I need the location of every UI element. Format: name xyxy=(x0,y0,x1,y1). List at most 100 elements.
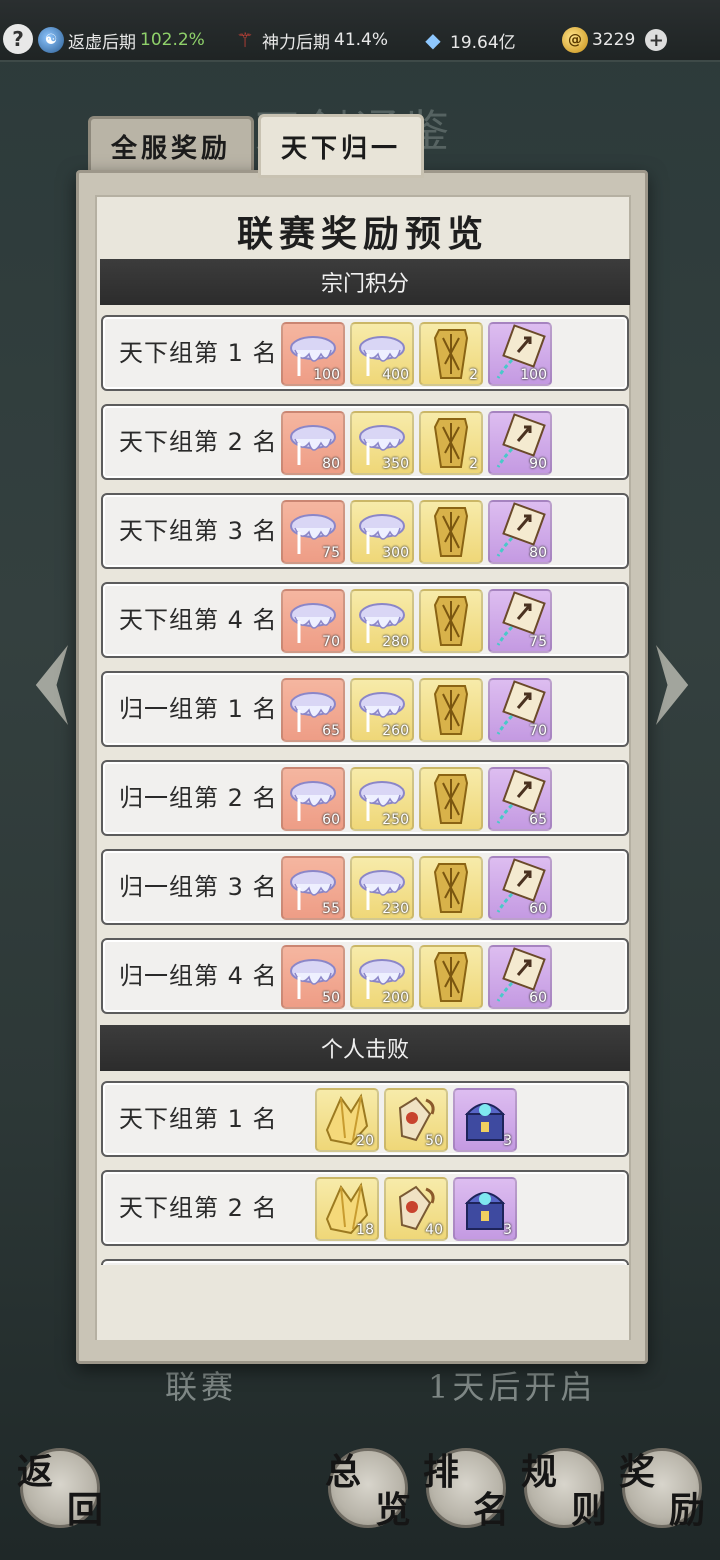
rewards-button-char-1: 奖 xyxy=(619,1451,656,1493)
list-footer xyxy=(97,1265,629,1340)
reward-item[interactable]: 60 xyxy=(488,945,552,1009)
item-count: 100 xyxy=(520,367,547,383)
rules-button-char-2: 则 xyxy=(570,1489,607,1531)
item-count: 50 xyxy=(322,990,340,1006)
next-arrow-icon[interactable] xyxy=(656,645,689,725)
reward-row: 天下组第 3 名 75 300 80 xyxy=(101,493,629,569)
back-button-char-2: 回 xyxy=(66,1489,103,1531)
reward-item[interactable]: 65 xyxy=(488,767,552,831)
crystal-icon: ◆ xyxy=(425,28,441,52)
rank-label: 天下组第 2 名 xyxy=(119,428,278,456)
item-count: 65 xyxy=(322,723,340,739)
reward-item[interactable] xyxy=(419,589,483,653)
reward-item[interactable]: 350 xyxy=(350,411,414,475)
reward-item[interactable]: 70 xyxy=(281,589,345,653)
item-count: 65 xyxy=(529,812,547,828)
rank-label: 归一组第 2 名 xyxy=(119,784,278,812)
divine-power-icon: ⚚ xyxy=(236,28,254,52)
reward-item[interactable]: 400 xyxy=(350,322,414,386)
reward-item[interactable] xyxy=(419,500,483,564)
reward-item[interactable] xyxy=(419,678,483,742)
reward-item[interactable]: 250 xyxy=(350,767,414,831)
item-count: 40 xyxy=(425,1222,443,1238)
item-count: 2 xyxy=(469,456,478,472)
rules-button[interactable]: 规 则 xyxy=(521,1448,607,1531)
previous-arrow-icon[interactable] xyxy=(35,645,68,725)
reward-item[interactable]: 55 xyxy=(281,856,345,920)
item-count: 70 xyxy=(322,634,340,650)
back-button[interactable]: 返 回 xyxy=(17,1448,103,1531)
reward-items: 18 40 3 xyxy=(315,1177,517,1241)
reward-item[interactable]: 200 xyxy=(350,945,414,1009)
reward-item[interactable]: 230 xyxy=(350,856,414,920)
help-button[interactable]: ? xyxy=(3,24,33,54)
divine-power-stat: ⚚ 神力后期 41.4% xyxy=(232,27,388,53)
reward-item[interactable]: 3 xyxy=(453,1177,517,1241)
item-count: 280 xyxy=(382,634,409,650)
reward-item[interactable]: 280 xyxy=(350,589,414,653)
overview-button[interactable]: 总 览 xyxy=(325,1448,411,1531)
reward-item[interactable]: 300 xyxy=(350,500,414,564)
reward-item[interactable]: 90 xyxy=(488,411,552,475)
reward-item[interactable]: 80 xyxy=(488,500,552,564)
reward-row: 天下组第 4 名 70 280 75 xyxy=(101,582,629,658)
item-count: 400 xyxy=(382,367,409,383)
panel-title: 联赛奖励预览 xyxy=(236,213,489,255)
reward-item[interactable] xyxy=(419,945,483,1009)
rank-label: 天下组第 4 名 xyxy=(119,606,278,634)
rank-label: 天下组第 3 名 xyxy=(119,517,278,545)
reward-item[interactable]: 65 xyxy=(281,678,345,742)
reward-item[interactable]: 75 xyxy=(281,500,345,564)
crystal-value: 19.64亿 xyxy=(450,32,516,53)
item-count: 250 xyxy=(382,812,409,828)
tab-server-rewards[interactable]: 全服奖励 xyxy=(88,116,254,176)
realm-percent: 102.2% xyxy=(140,30,205,50)
add-coin-button[interactable]: + xyxy=(645,29,668,51)
reward-item[interactable]: 2 xyxy=(419,322,483,386)
reward-item[interactable] xyxy=(419,856,483,920)
item-count: 80 xyxy=(529,545,547,561)
reward-item[interactable]: 50 xyxy=(281,945,345,1009)
item-count: 75 xyxy=(529,634,547,650)
ranking-button[interactable]: 排 名 xyxy=(423,1448,509,1531)
item-count: 350 xyxy=(382,456,409,472)
reward-item[interactable]: 70 xyxy=(488,678,552,742)
realm-label: 返虚后期 xyxy=(68,32,136,53)
section-header-personal-defeats: 个人击败 xyxy=(100,1025,630,1071)
reward-row: 归一组第 2 名 60 250 65 xyxy=(101,760,629,836)
rank-label: 归一组第 1 名 xyxy=(119,695,278,723)
item-count: 3 xyxy=(503,1133,512,1149)
item-count: 18 xyxy=(356,1222,374,1238)
reward-row: 天下组第 2 名 18 40 3 xyxy=(101,1170,629,1246)
reward-item[interactable]: 2 xyxy=(419,411,483,475)
reward-item[interactable]: 60 xyxy=(488,856,552,920)
reward-list[interactable]: 宗门积分 个人击败 天下组第 1 名 100 400 2 100 天下组第 2 名 80 35… xyxy=(100,259,630,1267)
reward-item[interactable]: 100 xyxy=(281,322,345,386)
divine-power-percent: 41.4% xyxy=(334,30,389,50)
rank-label: 归一组第 4 名 xyxy=(119,962,278,990)
item-count: 90 xyxy=(529,456,547,472)
item-count: 55 xyxy=(322,901,340,917)
reward-items: 65 260 70 xyxy=(281,678,552,742)
reward-item[interactable]: 50 xyxy=(384,1088,448,1152)
panel-content: 联赛奖励预览 宗门积分 个人击败 天下组第 1 名 100 400 2 100 天下组第 … xyxy=(95,195,631,1340)
item-count: 70 xyxy=(529,723,547,739)
rewards-button[interactable]: 奖 励 xyxy=(619,1448,705,1531)
reward-item[interactable]: 80 xyxy=(281,411,345,475)
reward-item[interactable]: 18 xyxy=(315,1177,379,1241)
section-header-sect-points: 宗门积分 xyxy=(100,259,630,305)
coin-icon: @ xyxy=(562,27,588,53)
reward-item[interactable] xyxy=(419,767,483,831)
reward-items: 70 280 75 xyxy=(281,589,552,653)
item-count: 3 xyxy=(503,1222,512,1238)
reward-item[interactable]: 20 xyxy=(315,1088,379,1152)
reward-item[interactable]: 75 xyxy=(488,589,552,653)
reward-item[interactable]: 60 xyxy=(281,767,345,831)
opening-countdown: 1天后开启 xyxy=(428,1368,597,1406)
tab-unified-world[interactable]: 天下归一 xyxy=(258,114,424,178)
reward-item[interactable]: 260 xyxy=(350,678,414,742)
reward-item[interactable]: 100 xyxy=(488,322,552,386)
reward-item[interactable]: 40 xyxy=(384,1177,448,1241)
reward-items: 55 230 60 xyxy=(281,856,552,920)
reward-item[interactable]: 3 xyxy=(453,1088,517,1152)
